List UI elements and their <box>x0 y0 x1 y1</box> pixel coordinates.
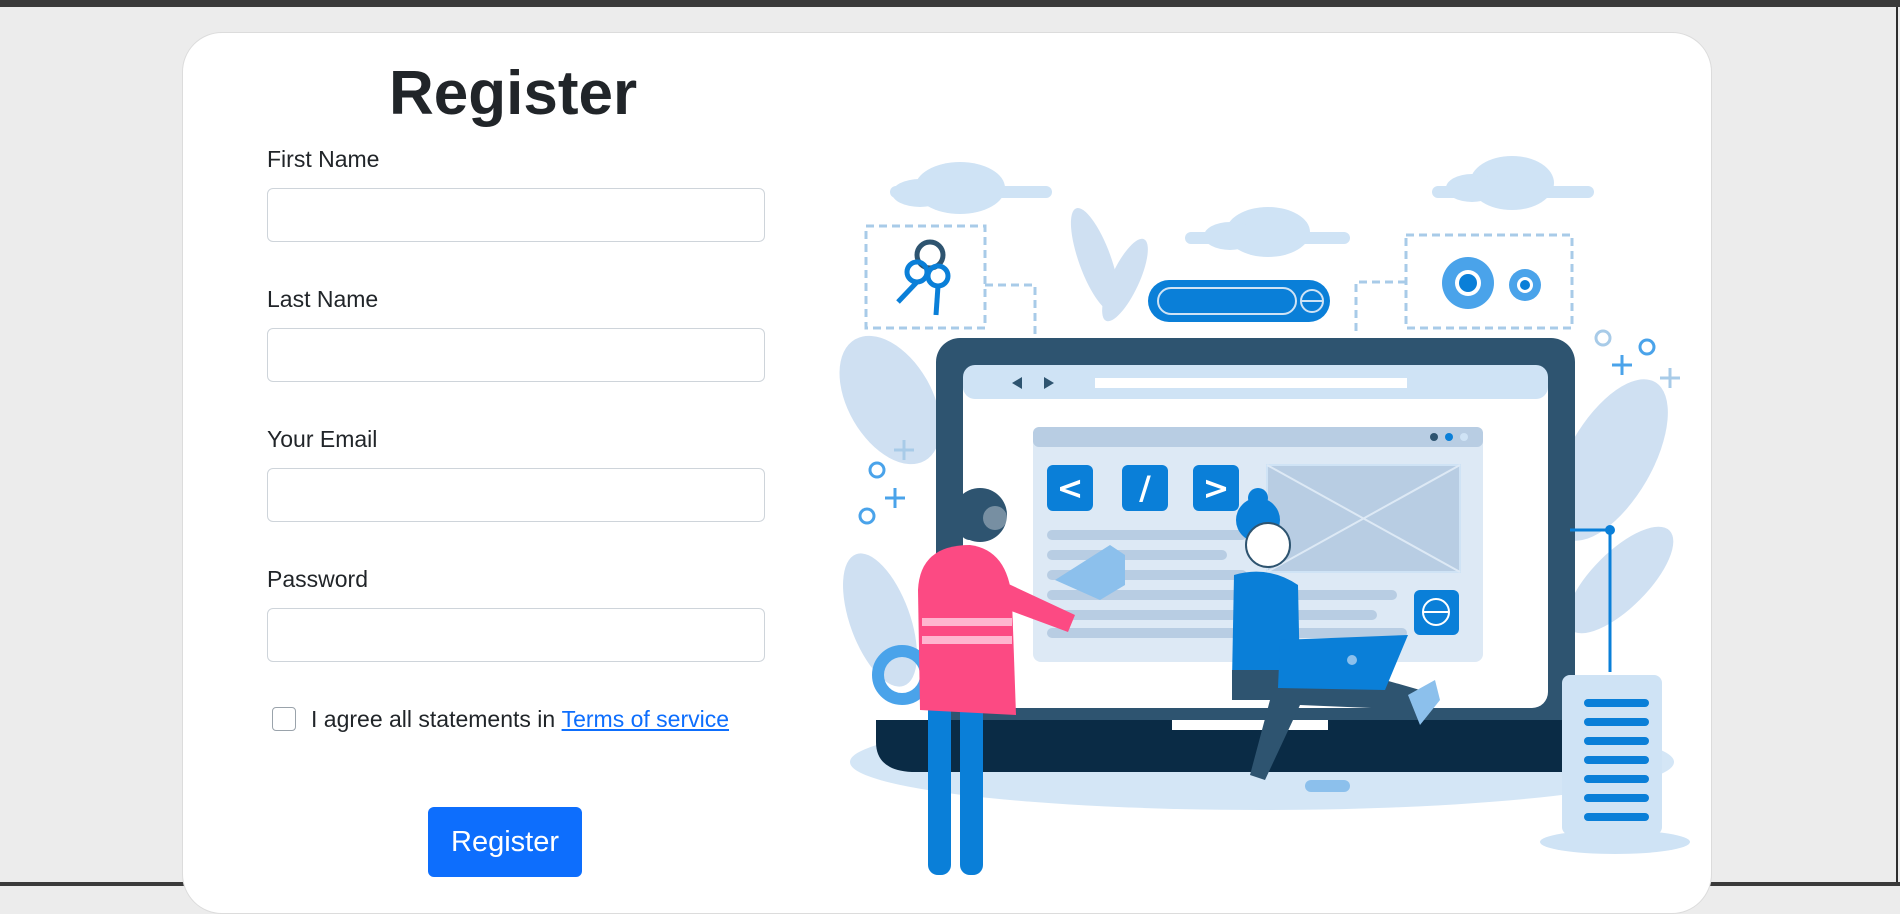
cloud-icon <box>1432 156 1594 210</box>
register-button[interactable]: Register <box>428 807 582 877</box>
gear-icon <box>1442 257 1494 309</box>
code-tag-button: > <box>1193 465 1239 511</box>
terms-agreement-row: I agree all statements in Terms of servi… <box>272 704 729 734</box>
first-name-input[interactable] <box>267 188 765 242</box>
window-right-edge <box>1896 7 1898 882</box>
keys-icon <box>896 239 951 316</box>
last-name-label: Last Name <box>267 286 379 312</box>
code-tag-slash: / <box>1139 469 1151 507</box>
cloud-icon <box>890 162 1052 214</box>
gear-icon <box>1509 269 1541 301</box>
page-title: Register <box>389 59 638 128</box>
cloud-icon <box>1185 207 1350 257</box>
first-name-label: First Name <box>267 146 380 172</box>
code-tag-button: < <box>1047 465 1093 511</box>
code-tag-open: < <box>1057 469 1084 507</box>
last-name-input[interactable] <box>267 328 765 382</box>
developer-illustration: < / > <box>839 156 1690 875</box>
agree-text: I agree all statements in <box>311 705 562 732</box>
code-tag-close: > <box>1203 469 1230 507</box>
agree-checkbox[interactable] <box>272 707 296 731</box>
email-label: Your Email <box>267 426 378 452</box>
email-input[interactable] <box>267 468 765 522</box>
code-tag-button: / <box>1122 465 1168 511</box>
password-label: Password <box>267 566 368 592</box>
browser-top-bar <box>0 0 1900 7</box>
terms-of-service-link[interactable]: Terms of service <box>562 706 729 733</box>
password-input[interactable] <box>267 608 765 662</box>
